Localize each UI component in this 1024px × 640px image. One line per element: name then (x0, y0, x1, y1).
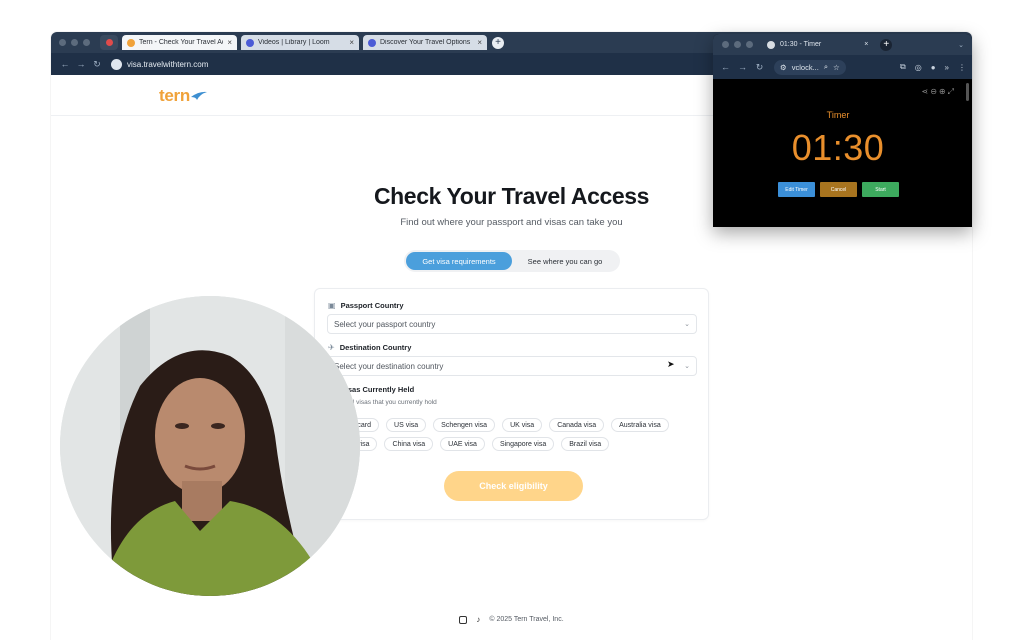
site-info-icon[interactable]: ⚙ (780, 63, 787, 72)
close-icon[interactable]: × (349, 38, 354, 47)
toggle-where-you-can-go[interactable]: See where you can go (512, 252, 618, 270)
tab-discover[interactable]: Discover Your Travel Options × (363, 35, 487, 50)
tab-label: Discover Your Travel Options (380, 39, 471, 46)
reload-icon[interactable]: ↻ (751, 62, 768, 73)
forward-icon[interactable]: → (734, 62, 751, 72)
site-footer: ♪ © 2025 Tern Travel, Inc. (51, 615, 972, 624)
extensions-icon[interactable]: ⧉ (900, 62, 906, 72)
url-text: visa.travelwithtern.com (127, 59, 209, 69)
passport-label-text: Passport Country (340, 301, 404, 310)
instagram-icon[interactable] (459, 615, 468, 624)
eligibility-form: ▣ Passport Country Select your passport … (314, 288, 709, 520)
tab-label: Tern - Check Your Travel Ac... (139, 39, 224, 46)
zoom-icon[interactable]: ⌕ (824, 62, 828, 72)
check-eligibility-button[interactable]: Check eligibility (444, 471, 583, 501)
edit-timer-button[interactable]: Edit Timer (778, 182, 815, 197)
timer-body: ⋖⊖⊕⤢ Timer 01:30 Edit Timer Cancel Start (713, 79, 972, 227)
toolbar-icons: ⧉ ◎ ● » ⋮ (900, 62, 966, 72)
visa-chip[interactable]: Australia visa (611, 418, 669, 432)
webcam-bubble[interactable] (60, 296, 360, 596)
url-field[interactable]: visa.travelwithtern.com (111, 58, 209, 70)
cancel-button[interactable]: Cancel (820, 182, 857, 197)
close-icon[interactable]: × (864, 41, 868, 48)
destination-select[interactable]: Select your destination country ⌄ (327, 356, 697, 376)
visa-chip[interactable]: Canada visa (549, 418, 605, 432)
timer-display: 01:30 (791, 127, 885, 168)
passport-label: ▣ Passport Country (328, 301, 404, 310)
reload-icon[interactable]: ↻ (89, 59, 105, 70)
recording-tab-icon[interactable] (100, 35, 118, 50)
close-icon[interactable]: × (477, 38, 482, 47)
chevron-down-icon: ⌄ (684, 363, 690, 370)
bookmark-star-icon[interactable]: ☆ (833, 63, 840, 72)
logo-text: tern (159, 86, 190, 105)
timer-buttons: Edit Timer Cancel Start (778, 182, 899, 197)
menu-icon[interactable]: ⋮ (958, 63, 966, 72)
site-favicon-icon (368, 38, 376, 47)
visa-chip[interactable]: China visa (384, 437, 434, 451)
new-tab-icon[interactable]: + (492, 36, 504, 49)
tern-logo[interactable]: tern (159, 86, 207, 106)
toggle-visa-requirements[interactable]: Get visa requirements (406, 252, 512, 270)
window-controls[interactable] (59, 39, 90, 46)
close-icon[interactable]: × (227, 38, 232, 47)
destination-label-text: Destination Country (339, 343, 412, 352)
visa-chip[interactable]: UAE visa (440, 437, 485, 451)
profile-avatar[interactable]: ● (931, 63, 936, 72)
screen: Tern - Check Your Travel Ac... × Videos … (0, 0, 1024, 640)
visa-chip[interactable]: UK visa (502, 418, 543, 432)
visas-label-text: Visas Currently Held (340, 385, 415, 394)
destination-label: ✈ Destination Country (328, 343, 411, 352)
tiktok-icon[interactable]: ♪ (476, 615, 480, 624)
timer-tab-strip: 01:30 - Timer × + ⌄ (713, 34, 972, 55)
mode-toggle: Get visa requirements See where you can … (404, 250, 620, 272)
clock-icon (767, 40, 775, 49)
timer-tool-icons[interactable]: ⋖⊖⊕⤢ (921, 87, 956, 97)
more-tools-icon[interactable]: » (945, 63, 949, 72)
mouse-cursor-icon: ➤ (667, 359, 675, 369)
tab-label: Videos | Library | Loom (258, 39, 330, 46)
new-tab-icon[interactable]: + (880, 38, 893, 51)
visa-chip[interactable]: Singapore visa (491, 437, 555, 451)
back-icon[interactable]: ← (57, 59, 73, 69)
timer-tab[interactable]: 01:30 - Timer × (767, 40, 868, 49)
start-button[interactable]: Start (862, 182, 899, 197)
bird-logo-icon (190, 91, 207, 100)
chevron-down-icon: ⌄ (684, 321, 690, 328)
visa-chip-list: Green card US visa Schengen visa UK visa… (328, 418, 700, 451)
visa-chip[interactable]: Brazil visa (561, 437, 610, 451)
window-controls[interactable] (722, 41, 753, 48)
timer-label: Timer (826, 110, 850, 120)
timer-address-bar: ← → ↻ ⚙ vclock... ⌕ ☆ ⧉ ◎ ● » ⋮ (713, 55, 972, 79)
destination-placeholder: Select your destination country (334, 361, 444, 371)
timer-tab-title: 01:30 - Timer (780, 41, 822, 48)
visa-chip[interactable]: US visa (386, 418, 427, 432)
site-info-icon[interactable] (111, 58, 122, 70)
copyright-text: © 2025 Tern Travel, Inc. (489, 616, 564, 623)
timer-url-field[interactable]: ⚙ vclock... ⌕ ☆ (774, 59, 846, 75)
passport-icon: ▣ (328, 301, 336, 310)
scrollbar[interactable] (966, 83, 969, 101)
sync-icon[interactable]: ◎ (915, 63, 922, 72)
back-icon[interactable]: ← (717, 62, 734, 72)
passport-select[interactable]: Select your passport country ⌄ (327, 314, 697, 334)
tab-tern[interactable]: Tern - Check Your Travel Ac... × (122, 35, 237, 50)
loom-favicon-icon (246, 38, 254, 47)
tab-loom[interactable]: Videos | Library | Loom × (241, 35, 359, 50)
visa-chip[interactable]: Schengen visa (433, 418, 496, 432)
presenter-video (60, 296, 360, 596)
tern-favicon-icon (127, 38, 135, 47)
passport-placeholder: Select your passport country (334, 319, 436, 329)
timer-window: 01:30 - Timer × + ⌄ ← → ↻ ⚙ vclock... ⌕ … (713, 34, 972, 227)
forward-icon[interactable]: → (73, 59, 89, 69)
timer-url-text: vclock... (791, 62, 819, 72)
chevron-down-icon[interactable]: ⌄ (958, 41, 964, 49)
plane-icon: ✈ (328, 343, 335, 352)
